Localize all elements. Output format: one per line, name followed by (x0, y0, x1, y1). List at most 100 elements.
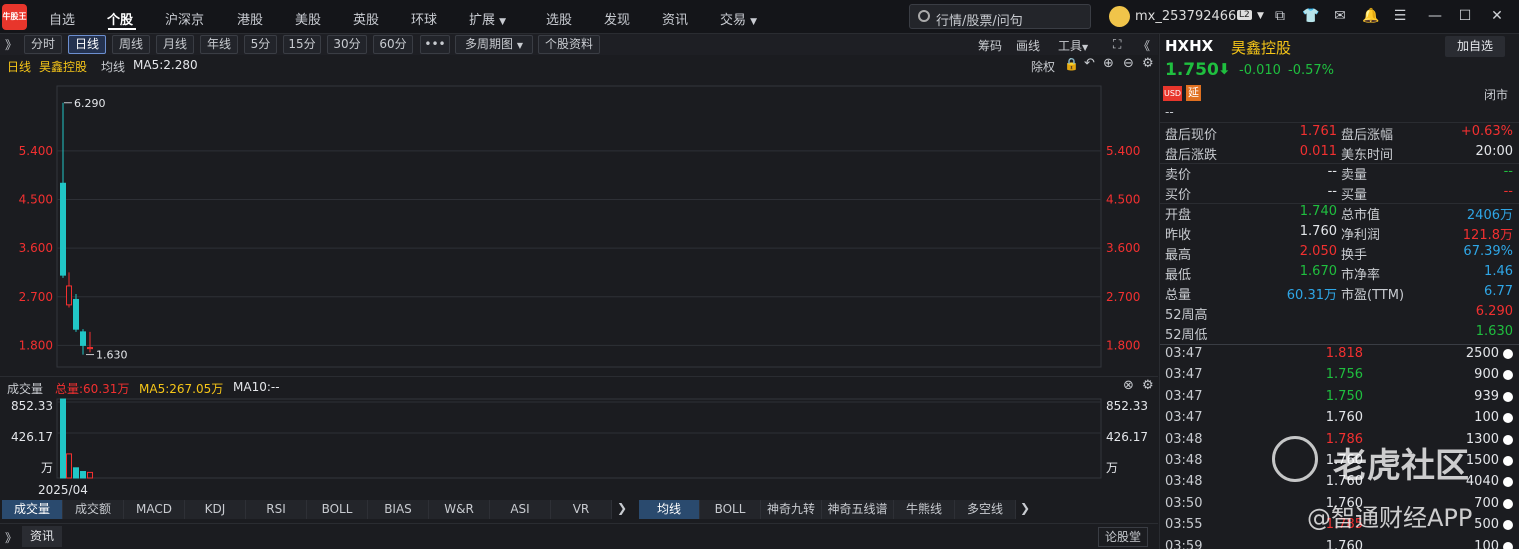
quote-row: 盘后涨跌 0.011 美东时间 20:00 (1165, 144, 1513, 164)
tab-long-short[interactable]: 多空线 (955, 500, 1016, 519)
tab-vr[interactable]: VR (551, 500, 612, 519)
period-yearly[interactable]: 年线 (200, 35, 238, 54)
undo-icon[interactable]: ↶ (1084, 56, 1095, 71)
volume-bar (87, 471, 93, 479)
nav-screener[interactable]: 选股 (546, 9, 572, 28)
chip-distribution-link[interactable]: 筹码 (978, 37, 1002, 54)
adjust-label[interactable]: 除权 (1031, 58, 1055, 75)
volume-frame (56, 398, 1102, 479)
app-logo[interactable]: 牛股王 (2, 4, 27, 30)
lock-icon[interactable]: 🔒 (1064, 57, 1079, 71)
candle-body (60, 182, 66, 276)
nav-extend[interactable]: 扩展 ▼ (469, 9, 506, 28)
nav-active-indicator (108, 28, 136, 30)
more-periods-button[interactable]: ••• (420, 35, 450, 54)
bell-icon[interactable]: 🔔 (1362, 8, 1379, 24)
nav-a-share[interactable]: 沪深京 (165, 9, 204, 28)
zoom-out-icon[interactable]: ⊖ (1123, 56, 1134, 71)
collapse-icon[interactable]: 《 (1138, 37, 1150, 54)
nav-trade[interactable]: 交易 ▼ (720, 9, 757, 28)
trade-time: 03:47 (1165, 346, 1203, 361)
quote-label: 盘后现价 (1165, 128, 1218, 143)
tab-magic-nine[interactable]: 神奇九转 (761, 500, 822, 519)
draw-line-link[interactable]: 画线 (1016, 37, 1040, 54)
tab-volume[interactable]: 成交量 (2, 500, 63, 519)
tab-kdj[interactable]: KDJ (185, 500, 246, 519)
watermark-logo (1272, 436, 1318, 482)
add-watchlist-button[interactable]: 加自选 (1445, 36, 1505, 57)
news-tab[interactable]: 资讯 (22, 526, 62, 547)
expand-panel-icon[interactable]: 》 (5, 529, 17, 546)
trade-volume: 939 (1474, 388, 1499, 404)
tab-magic-five[interactable]: 神奇五线谱 (822, 500, 894, 519)
period-30min[interactable]: 30分 (327, 35, 367, 54)
expand-panel-icon[interactable]: 》 (5, 36, 17, 53)
mail-icon[interactable]: ✉ (1332, 8, 1348, 24)
period-daily[interactable]: 日线 (68, 35, 106, 54)
skin-icon[interactable]: 👕 (1302, 8, 1319, 24)
tools-menu[interactable]: 工具▼ (1058, 37, 1088, 54)
maximize-icon[interactable]: ☐ (1457, 8, 1473, 24)
nav-hk[interactable]: 港股 (237, 9, 263, 28)
period-5min[interactable]: 5分 (244, 35, 277, 54)
trade-price: 1.760 (1325, 410, 1363, 426)
week52-value: 1.630 (1475, 324, 1513, 339)
menu-icon[interactable]: ☰ (1392, 8, 1408, 24)
period-intraday[interactable]: 分时 (24, 35, 62, 54)
quote-value: -- (1503, 184, 1513, 199)
ma-label[interactable]: 均线 (101, 58, 125, 75)
gear-icon[interactable]: ⚙ (1142, 378, 1154, 393)
tab-turnover[interactable]: 成交额 (63, 500, 124, 519)
market-dash: -- (1165, 105, 1174, 119)
volume-tick-right: 426.17 (1106, 430, 1148, 444)
forum-button[interactable]: 论股堂 (1098, 527, 1149, 547)
volume-chart[interactable]: 852.33 852.33 426.17 426.17 万 万 2025/04 (0, 396, 1158, 498)
nav-discover[interactable]: 发现 (604, 9, 630, 28)
tab-boll[interactable]: BOLL (307, 500, 368, 519)
nav-news[interactable]: 资讯 (662, 9, 688, 28)
tab-boll-overlay[interactable]: BOLL (700, 500, 761, 519)
period-60min[interactable]: 60分 (373, 35, 413, 54)
volume-bar (66, 453, 72, 479)
quote-value: 6.77 (1484, 284, 1513, 299)
fullscreen-icon[interactable]: ⛶ (1113, 37, 1121, 52)
trade-volume: 4040 (1465, 474, 1499, 490)
trade-time: 03:47 (1165, 367, 1203, 383)
tab-asi[interactable]: ASI (490, 500, 551, 519)
chevron-right-icon[interactable]: ❯ (617, 501, 627, 515)
popout-icon[interactable]: ⧉ (1272, 8, 1288, 24)
minimize-icon[interactable]: — (1427, 8, 1443, 24)
bottom-bar: 》 资讯 论股堂 (0, 523, 1158, 549)
nav-uk[interactable]: 英股 (353, 9, 379, 28)
nav-stock[interactable]: 个股 (107, 9, 133, 28)
level-badge: L2 (1237, 10, 1252, 20)
tab-ma-overlay[interactable]: 均线 (639, 500, 700, 519)
kline-chart[interactable]: 5.400 5.400 4.500 4.500 3.600 3.600 2.700 2.700… (0, 75, 1158, 375)
stock-info-button[interactable]: 个股资料 (538, 35, 600, 54)
zoom-in-icon[interactable]: ⊕ (1103, 56, 1114, 71)
quote-value: 1.46 (1484, 264, 1513, 279)
multi-period-button[interactable]: 多周期图 ▼ (455, 35, 533, 54)
chevron-right-icon[interactable]: ❯ (1020, 501, 1030, 515)
tab-bull-bear[interactable]: 牛熊线 (894, 500, 955, 519)
tab-bias[interactable]: BIAS (368, 500, 429, 519)
tab-macd[interactable]: MACD (124, 500, 185, 519)
period-weekly[interactable]: 周线 (112, 35, 150, 54)
nav-watchlist[interactable]: 自选 (49, 9, 75, 28)
close-icon[interactable]: ⊗ (1123, 378, 1134, 393)
tab-wr[interactable]: W&R (429, 500, 490, 519)
period-monthly[interactable]: 月线 (156, 35, 194, 54)
quote-label: 美东时间 (1341, 148, 1394, 163)
nav-us[interactable]: 美股 (295, 9, 321, 28)
last-price: 1.750 (1165, 60, 1219, 80)
search-input[interactable]: 行情/股票/问句 (909, 4, 1091, 29)
quote-value: +0.63% (1460, 124, 1513, 139)
quote-label: 盘后涨跌 (1165, 148, 1218, 163)
period-15min[interactable]: 15分 (283, 35, 321, 54)
quote-row: 最低 1.670 市净率 1.46 (1165, 264, 1513, 284)
close-icon[interactable]: ✕ (1489, 8, 1505, 24)
nav-global[interactable]: 环球 (411, 9, 437, 28)
tab-rsi[interactable]: RSI (246, 500, 307, 519)
quote-row: 总量 60.31万 市盈(TTM) 6.77 (1165, 284, 1513, 304)
gear-icon[interactable]: ⚙ (1142, 56, 1154, 71)
